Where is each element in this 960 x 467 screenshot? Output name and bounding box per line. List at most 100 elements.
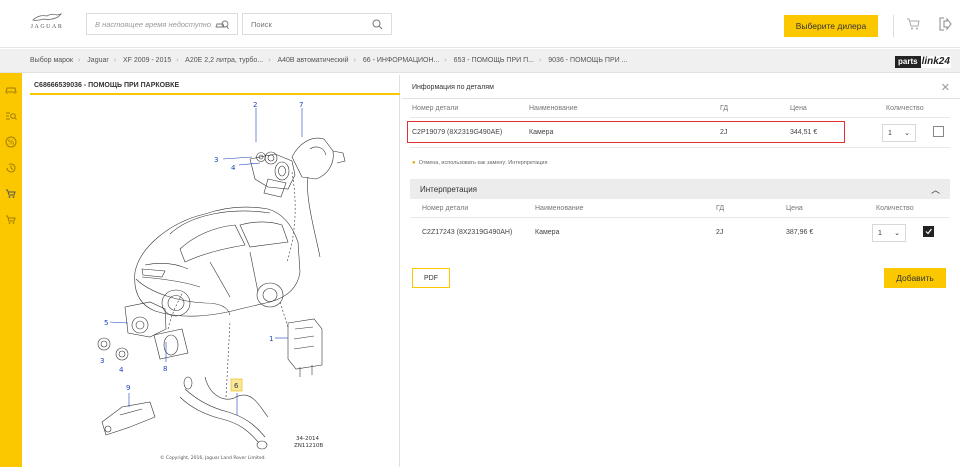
interpretation-title: Интерпретация (420, 185, 478, 194)
part-number[interactable]: C2Z17243 (8X2319G490AH) (422, 229, 512, 236)
breadcrumb-item[interactable]: Выбор марок (30, 57, 73, 64)
callout-9[interactable]: 9 (126, 384, 130, 392)
interpretation-header[interactable]: Интерпретация ︿ (410, 179, 950, 199)
multi-cart-icon (6, 189, 16, 198)
part-info-panel: Информация по деталям ✕ Номер детали Наи… (402, 75, 960, 467)
breadcrumb-separator-icon: › (113, 57, 117, 64)
column-header-name: Наименование (535, 205, 584, 212)
part-price: 387,96 € (786, 229, 814, 236)
hint-text[interactable]: Отмена, использовать как замену: Интерпр… (419, 160, 548, 166)
info-header: Информация по деталям ✕ (402, 75, 960, 99)
chevron-down-icon: ⌄ (904, 130, 910, 137)
sidebar-item-carts[interactable] (4, 187, 18, 201)
column-header-qty: Количество (876, 205, 914, 212)
part-gd: 2J (720, 129, 728, 136)
search-icon[interactable] (372, 19, 383, 30)
select-checkbox[interactable] (923, 226, 934, 237)
svg-text:%: % (8, 139, 15, 147)
diagram-header: C68666539036 - ПОМОЩЬ ПРИ ПАРКОВКЕ (30, 75, 400, 95)
coin-icon: % (5, 136, 17, 148)
diagram-panel: C68666539036 - ПОМОЩЬ ПРИ ПАРКОВКЕ 2 7 3… (30, 75, 400, 467)
breadcrumb-item[interactable]: 66 - ИНФОРМАЦИОН... (363, 57, 440, 64)
breadcrumb-separator-icon: › (353, 57, 356, 64)
breadcrumb-separator-icon: › (538, 57, 542, 64)
left-sidebar: % (0, 73, 22, 467)
top-header: JAGUAR В настоящее время недоступно Выбе… (0, 0, 960, 48)
callout-3[interactable]: 3 (214, 156, 218, 164)
callout-7[interactable]: 7 (299, 101, 303, 109)
part-number[interactable]: C2P19079 (8X2319G490AE) (412, 129, 502, 136)
chevron-up-icon[interactable]: ︿ (931, 183, 940, 196)
status-text: В настоящее время недоступно (95, 20, 212, 29)
close-icon[interactable]: ✕ (941, 81, 950, 94)
column-header-name: Наименование (529, 105, 578, 112)
info-title: Информация по деталям (412, 84, 494, 91)
quantity-value: 1 (878, 230, 882, 237)
sidebar-item-price[interactable]: % (4, 135, 18, 149)
checkmark-icon (924, 227, 933, 236)
car-side-window (239, 221, 289, 248)
part-name: Камера (535, 229, 560, 236)
column-header-gd: ГД (720, 105, 729, 112)
quantity-select[interactable]: 1 ⌄ (872, 224, 906, 242)
sidebar-item-vehicle[interactable] (4, 83, 18, 97)
add-to-cart-button[interactable]: Добавить (884, 268, 946, 288)
sidebar-item-cart[interactable] (4, 213, 18, 227)
breadcrumb-separator-icon: › (268, 57, 271, 64)
callout-4[interactable]: 4 (231, 164, 236, 172)
part-gd: 2J (716, 229, 724, 236)
breadcrumb-separator-icon: › (78, 57, 81, 64)
select-checkbox[interactable] (933, 126, 944, 137)
callout-5[interactable]: 5 (104, 319, 108, 327)
partslink24-logo[interactable]: parts link24 (895, 56, 951, 68)
pdf-button[interactable]: PDF (412, 268, 450, 288)
partslink-logo-part-a: parts (895, 56, 921, 68)
vin-status-field[interactable]: В настоящее время недоступно (86, 13, 238, 35)
cart-icon[interactable] (906, 18, 920, 30)
car-search-icon[interactable] (215, 19, 229, 30)
table-divider (410, 117, 950, 118)
column-header-qty: Количество (886, 105, 924, 112)
breadcrumb-item[interactable]: 653 - ПОМОЩЬ ПРИ П... (454, 57, 534, 64)
logout-icon[interactable] (938, 17, 952, 31)
breadcrumb-bar: Выбор марок › Jaguar › XF 2009 - 2015 › A20… (0, 49, 960, 73)
column-header-price: Цена (786, 205, 803, 212)
parts-diagram[interactable]: 2 7 3 4 5 1 3 4 8 9 6 34-2014 ZN11210B ©… (30, 97, 400, 467)
breadcrumb-item[interactable]: A20E 2,2 литра, турбо... (185, 57, 263, 64)
column-header-part: Номер детали (412, 105, 459, 112)
part-price: 344,51 € (790, 129, 818, 136)
breadcrumb-item[interactable]: 9036 - ПОМОЩЬ ПРИ ... (548, 57, 627, 64)
partslink-logo-part-b: link24 (920, 56, 951, 68)
search-box[interactable] (242, 13, 392, 35)
car-front-wheel (256, 282, 284, 308)
search-input[interactable] (243, 14, 363, 34)
jaguar-logo[interactable]: JAGUAR (30, 13, 64, 37)
car-door-line (209, 251, 259, 298)
diagram-title: C68666539036 - ПОМОЩЬ ПРИ ПАРКОВКЕ (34, 82, 180, 89)
choose-dealer-button[interactable]: Выберите дилера (784, 15, 878, 37)
car-rear-window (179, 224, 246, 263)
breadcrumb-separator-icon: › (176, 57, 179, 64)
diagram-ref-code-2: ZN11210B (294, 443, 323, 449)
table-divider (410, 147, 950, 148)
column-header-part: Номер детали (422, 205, 469, 212)
callout-3[interactable]: 3 (100, 357, 104, 365)
breadcrumb-item[interactable]: XF 2009 - 2015 (123, 57, 171, 64)
breadcrumb-item[interactable]: Jaguar (87, 57, 108, 64)
diagram-ref-code-1: 34-2014 (296, 436, 319, 442)
column-header-gd: ГД (716, 205, 725, 212)
cart-icon (6, 215, 16, 224)
logo-wordmark: JAGUAR (30, 24, 64, 30)
sidebar-item-history[interactable] (4, 161, 18, 175)
callout-1[interactable]: 1 (269, 335, 273, 343)
breadcrumb-separator-icon: › (444, 57, 447, 64)
breadcrumb-item[interactable]: A40B автоматический (277, 57, 348, 64)
callout-2[interactable]: 2 (253, 101, 257, 109)
callout-4[interactable]: 4 (119, 366, 124, 374)
diagram-copyright: © Copyright, 2016, Jaguar Land Rover Lim… (160, 454, 266, 461)
sidebar-item-list-search[interactable] (4, 109, 18, 123)
callout-6[interactable]: 6 (234, 382, 239, 390)
quantity-select[interactable]: 1 ⌄ (882, 124, 916, 142)
callout-8[interactable]: 8 (163, 365, 167, 373)
car-trunk-line (141, 263, 201, 288)
